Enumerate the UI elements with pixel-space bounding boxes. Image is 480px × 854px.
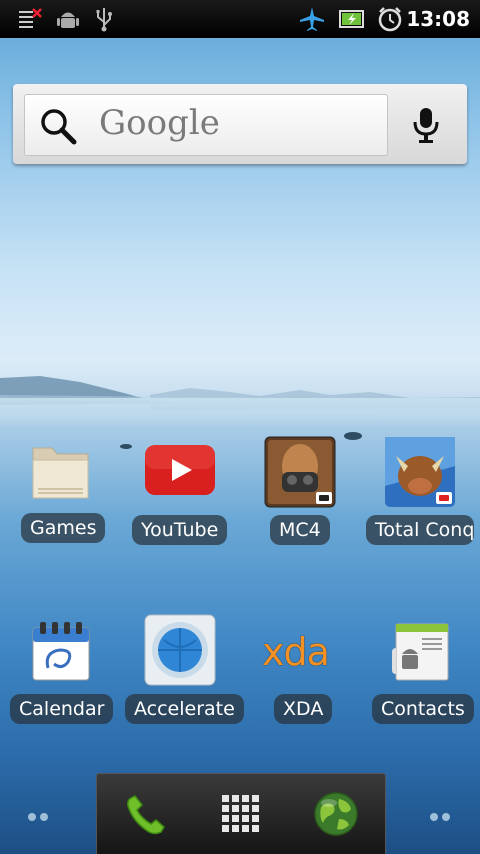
status-bar[interactable]: 13:08 [0,0,480,38]
page-dot [430,813,438,821]
mc4-game-icon [264,436,336,508]
app-label: Accelerate [125,694,244,724]
clock: 13:08 [406,7,470,31]
youtube-icon [145,445,215,495]
search-icon [41,109,77,145]
folder-icon [32,447,89,499]
airplane-mode-icon [300,7,324,31]
app-label: MC4 [270,515,330,545]
phone-icon[interactable] [123,792,169,838]
accelerate-icon [144,614,216,686]
dock [96,773,386,854]
page-indicator-left[interactable] [28,806,52,825]
google-logo-text: Google [99,103,220,143]
page-dot [442,813,450,821]
app-label: Games [21,513,106,543]
app-drawer-icon[interactable] [221,794,261,834]
browser-globe-icon[interactable] [313,791,359,837]
app-mc4[interactable]: MC4 [240,436,360,546]
page-dot [40,813,48,821]
page-indicator-right[interactable] [430,806,454,825]
app-label: Calendar [10,694,114,724]
android-debug-icon [57,12,79,28]
app-label: Total Conq [366,515,474,545]
app-calendar[interactable]: Calendar [0,614,120,724]
app-label: XDA [274,694,333,724]
notification-list-icon [19,8,42,28]
app-youtube[interactable]: YouTube [120,436,240,546]
alarm-clock-icon [378,7,402,32]
usb-icon [96,8,112,32]
google-search-widget[interactable]: Google [13,84,467,164]
total-conquest-icon [385,437,455,507]
app-accelerate[interactable]: Accelerate [120,614,244,724]
app-games[interactable]: Games [0,436,120,546]
app-label: YouTube [132,515,228,545]
app-xda[interactable]: xda XDA [240,614,360,724]
calendar-icon [32,622,90,681]
page-dot [28,813,36,821]
app-label: Contacts [372,694,474,724]
app-total-conquest[interactable]: Total Conq [360,436,480,546]
wallpaper-haze [0,398,480,428]
battery-charging-icon [339,10,364,28]
microphone-icon[interactable] [411,106,441,146]
app-contacts[interactable]: Contacts [360,614,480,724]
contacts-icon [392,623,449,681]
search-box[interactable]: Google [24,94,388,156]
xda-icon: xda [262,630,330,674]
home-screen: 13:08 Google Games YouTube MC4 Total Con… [0,0,480,854]
